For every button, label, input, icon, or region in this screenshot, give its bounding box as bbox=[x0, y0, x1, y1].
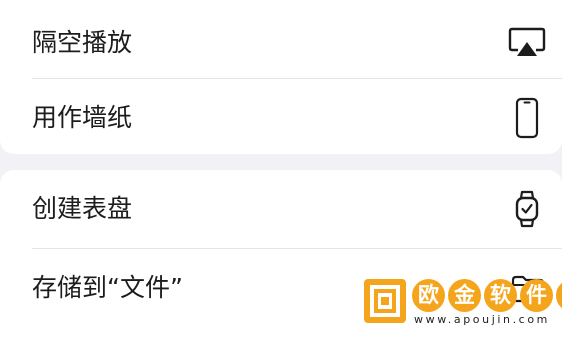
airplay-icon bbox=[506, 4, 548, 82]
watermark-char: 金 bbox=[448, 279, 481, 312]
airplay-label: 隔空播放 bbox=[32, 28, 133, 57]
iphone-icon bbox=[512, 79, 542, 154]
action-group-1: 隔空播放 用作墙纸 bbox=[0, 0, 562, 154]
wallpaper-row[interactable]: 用作墙纸 bbox=[0, 79, 562, 154]
airplay-row[interactable]: 隔空播放 bbox=[0, 4, 562, 82]
wallpaper-label: 用作墙纸 bbox=[32, 103, 133, 132]
watch-icon bbox=[512, 170, 542, 248]
site-watermark: 欧 金 软 件 园 www.apoujin.com bbox=[362, 273, 562, 329]
watermark-logo-icon bbox=[364, 279, 406, 323]
watermark-char: 件 bbox=[520, 279, 553, 312]
watermark-char: 软 bbox=[484, 279, 517, 312]
watermark-char: 欧 bbox=[412, 279, 445, 312]
watermark-url: www.apoujin.com bbox=[414, 313, 550, 326]
watermark-chars: 欧 金 软 件 园 bbox=[412, 279, 562, 312]
save-to-files-label: 存储到“文件” bbox=[32, 273, 183, 302]
watch-face-row[interactable]: 创建表盘 bbox=[0, 170, 562, 248]
watch-face-label: 创建表盘 bbox=[32, 194, 133, 223]
watermark-char: 园 bbox=[556, 279, 562, 312]
